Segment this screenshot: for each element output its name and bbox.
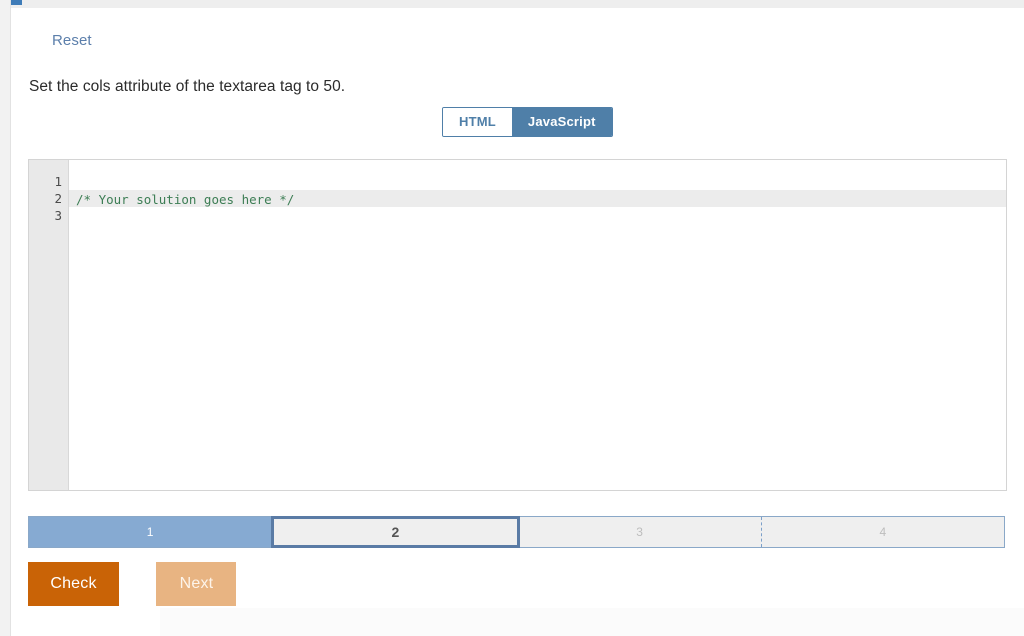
tab-html[interactable]: HTML — [443, 108, 512, 136]
step-1[interactable]: 1 — [29, 517, 273, 547]
editor-code-area[interactable]: /* Your solution goes here */ — [69, 160, 1006, 490]
line-number-1: 1 — [54, 174, 62, 189]
task-instruction: Set the cols attribute of the textarea t… — [29, 78, 346, 95]
code-line-2: /* Your solution goes here */ — [76, 192, 295, 207]
step-2[interactable]: 2 — [271, 516, 520, 548]
step-progress-bar: 1 2 3 4 — [28, 516, 1005, 548]
browser-tab-marker — [11, 0, 22, 5]
editor-gutter: 1 2 3 — [29, 160, 69, 490]
tab-javascript[interactable]: JavaScript — [511, 108, 612, 136]
step-4[interactable]: 4 — [760, 517, 1004, 547]
page-root: Reset Set the cols attribute of the text… — [0, 0, 1024, 636]
browser-top-band — [0, 0, 1024, 8]
action-bar: Check Next — [28, 562, 237, 606]
exercise-panel: Reset Set the cols attribute of the text… — [11, 8, 1024, 636]
line-number-2: 2 — [54, 191, 62, 206]
reset-link[interactable]: Reset — [52, 32, 92, 49]
language-toggle: HTML JavaScript — [442, 107, 613, 137]
code-editor[interactable]: 1 2 3 /* Your solution goes here */ — [28, 159, 1007, 491]
next-button[interactable]: Next — [156, 562, 237, 606]
left-rail — [0, 0, 10, 636]
check-button[interactable]: Check — [28, 562, 119, 606]
step-3[interactable]: 3 — [518, 517, 761, 547]
line-number-3: 3 — [54, 208, 62, 223]
